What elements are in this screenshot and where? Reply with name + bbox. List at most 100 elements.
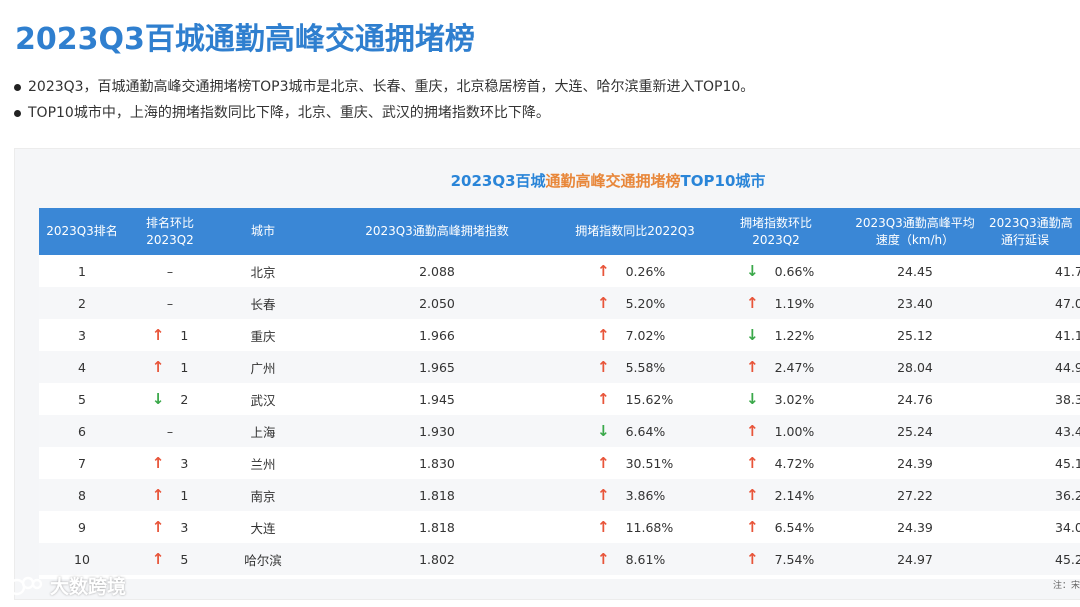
cell-qoq: ↓ 1.22%	[746, 319, 845, 351]
cell-index: 1.818	[419, 487, 455, 503]
cell-delay: 43.4	[1055, 423, 1080, 439]
cell-rank-change: –	[125, 415, 215, 447]
cell-yoy: ↑ 3.86%	[597, 479, 707, 511]
cell-rank-change: ↑ 3	[125, 447, 215, 479]
cell-speed: 28.04	[897, 359, 933, 375]
watermark-text: 大数跨境	[50, 576, 127, 598]
header-delay: 2023Q3通勤高 通行延误	[989, 208, 1080, 255]
cell-index: 1.966	[419, 327, 455, 343]
table-row: 2 – 长春 2.050 ↑ 5.20% ↑ 1.19% 23.40 47.0	[39, 287, 1080, 319]
cell-yoy: ↑ 30.51%	[597, 447, 707, 479]
cell-delay: 47.0	[1055, 295, 1080, 311]
arrow-up-icon: ↑	[151, 486, 165, 504]
header-qoq-line1: 拥堵指数环比	[739, 215, 812, 230]
cell-city: 大连	[250, 520, 276, 536]
cell-qoq: ↑ 1.00%	[746, 415, 845, 447]
yoy-value: 30.51%	[625, 455, 674, 471]
watermark-logo: 大数跨境	[8, 572, 126, 599]
rank-change-value: –	[166, 295, 174, 311]
rank-change-value: 3	[180, 455, 189, 471]
arrow-up-icon: ↑	[597, 390, 610, 408]
arrow-up-icon: ↑	[746, 486, 759, 504]
arrow-down-icon: ↓	[151, 390, 165, 408]
cell-yoy: ↑ 15.62%	[597, 383, 707, 415]
cell-qoq: ↓ 0.66%	[746, 255, 845, 287]
arrow-up-icon: ↑	[746, 454, 759, 472]
cell-speed: 24.76	[897, 391, 933, 407]
cell-rank: 3	[78, 327, 86, 343]
footnote: 注：宋	[1053, 581, 1080, 591]
qoq-value: 1.00%	[774, 423, 815, 439]
cell-city: 上海	[250, 424, 276, 440]
arrow-up-icon: ↑	[746, 358, 759, 376]
cell-speed: 24.97	[897, 551, 933, 567]
arrow-up-icon: ↑	[151, 326, 165, 344]
bullet-item: TOP10城市中，上海的拥堵指数同比下降，北京、重庆、武汉的拥堵指数环比下降。	[14, 100, 754, 126]
bullet-dot-icon	[14, 83, 21, 91]
cell-rank-change: ↑ 5	[125, 543, 215, 575]
arrow-up-icon: ↑	[746, 422, 759, 440]
cell-city: 武汉	[250, 392, 276, 408]
cell-rank-change: ↑ 3	[125, 511, 215, 543]
header-rank-change: 排名环比 2023Q2	[125, 208, 215, 255]
qoq-value: 7.54%	[774, 551, 815, 567]
cell-delay: 45.1	[1055, 455, 1080, 471]
cell-rank-change: –	[125, 287, 215, 319]
table-title-part1: 2023Q3百城	[450, 172, 546, 190]
arrow-up-icon: ↑	[597, 358, 610, 376]
header-delay-line2: 通行延误	[1001, 232, 1050, 247]
yoy-value: 5.58%	[625, 359, 666, 375]
header-city: 城市	[250, 224, 275, 238]
yoy-value: 8.61%	[625, 551, 666, 567]
table-row: 10 ↑ 5 哈尔滨 1.802 ↑ 8.61% ↑ 7.54% 24.97 45.2	[39, 543, 1080, 575]
arrow-up-icon: ↑	[597, 326, 610, 344]
cell-rank: 4	[78, 359, 86, 375]
cell-rank-change: ↑ 1	[125, 319, 215, 351]
cell-yoy: ↑ 8.61%	[597, 543, 707, 575]
cell-qoq: ↓ 3.02%	[746, 383, 845, 415]
rank-change-value: 1	[180, 359, 189, 375]
table-title-part3: TOP10城市	[680, 172, 766, 190]
cell-city: 长春	[250, 296, 276, 312]
arrow-up-icon: ↑	[746, 294, 759, 312]
cell-yoy: ↓ 6.64%	[597, 415, 707, 447]
cell-rank: 1	[78, 263, 86, 279]
cell-rank: 2	[78, 295, 86, 311]
header-index: 2023Q3通勤高峰拥堵指数	[365, 224, 509, 238]
header-yoy: 拥堵指数同比2022Q3	[575, 224, 695, 238]
cell-index: 1.945	[419, 391, 455, 407]
cell-speed: 27.22	[897, 487, 933, 503]
table-row: 8 ↑ 1 南京 1.818 ↑ 3.86% ↑ 2.14% 27.22 36.2	[39, 479, 1080, 511]
cell-rank: 7	[78, 455, 86, 471]
cell-qoq: ↑ 1.19%	[746, 287, 845, 319]
arrow-up-icon: ↑	[151, 358, 165, 376]
cell-index: 1.965	[419, 359, 455, 375]
bullet-dot-icon	[14, 109, 21, 117]
header-rank-change-line2: 2023Q2	[146, 232, 194, 247]
arrow-up-icon: ↑	[597, 518, 610, 536]
cell-speed: 24.45	[897, 263, 933, 279]
yoy-value: 5.20%	[625, 295, 666, 311]
cell-city: 重庆	[250, 328, 276, 344]
qoq-value: 3.02%	[774, 391, 815, 407]
yoy-value: 7.02%	[625, 327, 666, 343]
cell-rank: 9	[78, 519, 86, 535]
qoq-value: 2.47%	[774, 359, 815, 375]
cell-rank-change: –	[125, 255, 215, 287]
arrow-up-icon: ↑	[151, 518, 165, 536]
table-title: 2023Q3百城通勤高峰交通拥堵榜TOP10城市	[15, 170, 1080, 191]
page-title: 2023Q3百城通勤高峰交通拥堵榜	[15, 22, 475, 57]
cell-speed: 23.40	[897, 295, 933, 311]
cell-yoy: ↑ 5.58%	[597, 351, 707, 383]
cell-delay: 36.2	[1055, 487, 1080, 503]
cell-delay: 45.2	[1055, 551, 1080, 567]
cell-index: 1.802	[419, 551, 455, 567]
cell-delay: 34.0	[1055, 519, 1080, 535]
cell-city: 兰州	[250, 456, 276, 472]
cell-city: 哈尔滨	[244, 552, 282, 568]
ranking-table: 2023Q3排名 排名环比 2023Q2 城市 2023Q3通勤高峰拥堵指数 拥…	[39, 208, 1080, 579]
arrow-up-icon: ↑	[597, 550, 610, 568]
cell-delay: 41.7	[1055, 263, 1080, 279]
watermark-icon	[8, 576, 43, 595]
qoq-value: 2.14%	[774, 487, 815, 503]
